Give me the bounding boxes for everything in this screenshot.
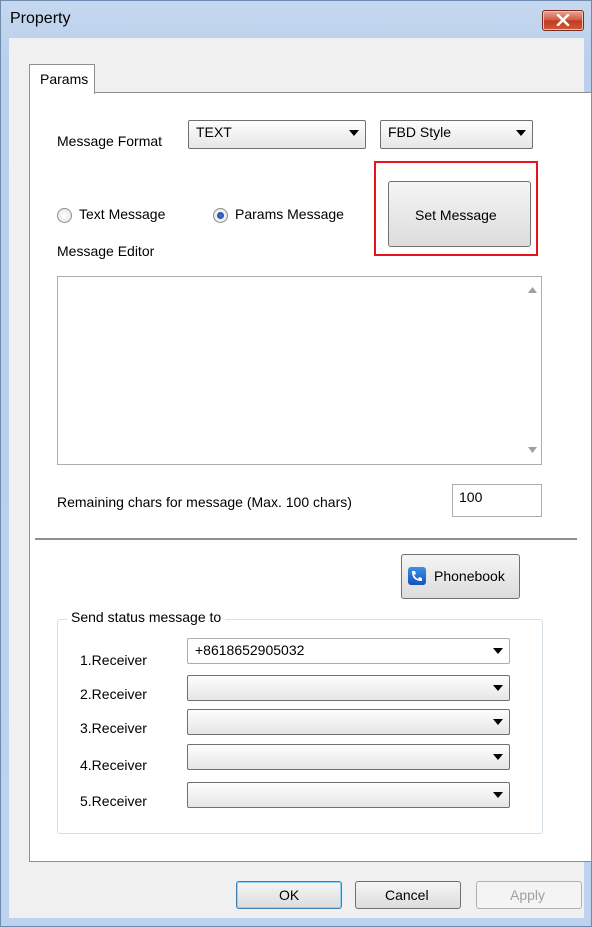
ok-label: OK — [279, 887, 300, 903]
message-format-select[interactable]: TEXT — [188, 120, 366, 149]
cancel-label: Cancel — [385, 887, 429, 903]
close-button[interactable] — [542, 10, 584, 31]
phone-icon — [408, 567, 426, 585]
scroll-up-icon[interactable] — [528, 287, 537, 293]
message-style-select[interactable]: FBD Style — [380, 120, 533, 149]
phonebook-label: Phonebook — [434, 568, 505, 584]
receiver-3-select[interactable] — [187, 709, 510, 735]
editor-scrollbar[interactable] — [524, 277, 541, 464]
receiver-2-select[interactable] — [187, 675, 510, 701]
radio-selected-dot — [217, 212, 224, 219]
send-status-legend: Send status message to — [67, 609, 226, 625]
remaining-chars-field[interactable]: 100 — [452, 484, 542, 517]
remaining-chars-label: Remaining chars for message (Max. 100 ch… — [57, 494, 352, 510]
ok-button[interactable]: OK — [236, 881, 342, 909]
message-editor-label: Message Editor — [57, 243, 155, 259]
chevron-down-icon — [349, 130, 359, 136]
text-message-label: Text Message — [79, 206, 166, 222]
receiver-5-label: 5.Receiver — [80, 793, 147, 809]
receiver-1-label: 1.Receiver — [80, 652, 147, 668]
chevron-down-icon — [516, 130, 526, 136]
receiver-3-label: 3.Receiver — [80, 720, 147, 736]
tab-params[interactable]: Params — [29, 64, 95, 94]
title-bar[interactable]: Property — [0, 0, 592, 38]
receiver-1-select[interactable]: +8618652905032 — [187, 638, 510, 664]
text-message-radio[interactable] — [57, 208, 72, 223]
message-format-value: TEXT — [196, 124, 232, 140]
chevron-down-icon — [493, 648, 503, 654]
cancel-button[interactable]: Cancel — [355, 881, 461, 909]
receiver-4-select[interactable] — [187, 744, 510, 770]
apply-button[interactable]: Apply — [476, 881, 582, 909]
params-message-radio[interactable] — [213, 208, 228, 223]
tab-label: Params — [40, 71, 89, 87]
close-icon — [556, 14, 570, 26]
receiver-5-select[interactable] — [187, 782, 510, 808]
receiver-1-value: +8618652905032 — [195, 642, 305, 658]
window-title: Property — [10, 10, 71, 27]
remaining-chars-value: 100 — [459, 489, 483, 505]
chevron-down-icon — [493, 792, 503, 798]
chevron-down-icon — [493, 754, 503, 760]
params-message-label: Params Message — [235, 206, 344, 222]
message-style-value: FBD Style — [388, 124, 452, 140]
receiver-2-label: 2.Receiver — [80, 686, 147, 702]
phonebook-button[interactable]: Phonebook — [401, 554, 520, 599]
divider — [35, 538, 577, 541]
set-message-label: Set Message — [415, 207, 497, 223]
scroll-down-icon[interactable] — [528, 447, 537, 453]
message-format-label: Message Format — [57, 133, 163, 149]
set-message-button[interactable]: Set Message — [388, 181, 531, 247]
receiver-4-label: 4.Receiver — [80, 757, 147, 773]
chevron-down-icon — [493, 685, 503, 691]
message-editor[interactable] — [57, 276, 542, 465]
apply-label: Apply — [510, 887, 546, 903]
chevron-down-icon — [493, 719, 503, 725]
